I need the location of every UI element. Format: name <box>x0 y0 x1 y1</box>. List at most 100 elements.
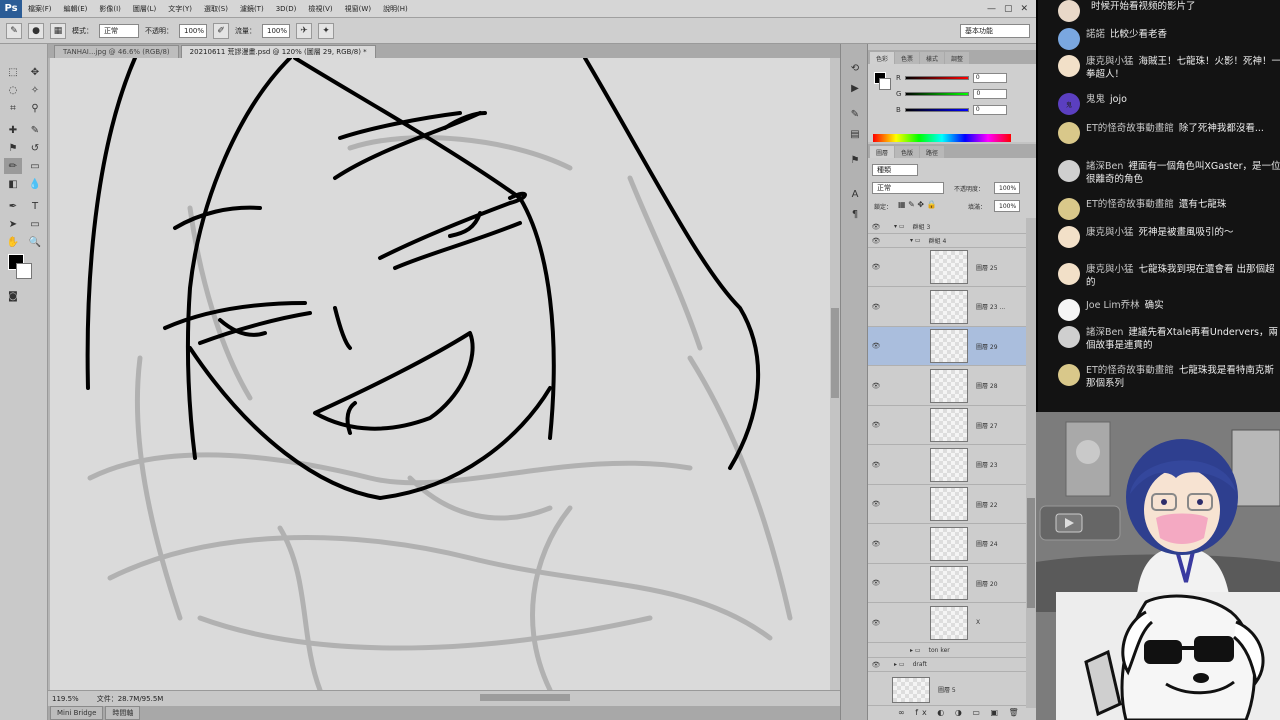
doc-tab-2-active[interactable]: 20210611 荒謬漫畫.psd @ 120% (圖層 29, RGB/8) … <box>180 45 376 58</box>
layer-row[interactable]: 👁 X <box>868 604 1026 643</box>
chat-avatar[interactable] <box>1058 0 1080 22</box>
tab-color[interactable]: 色彩 <box>870 52 895 64</box>
flow-input[interactable]: 100% <box>262 23 290 38</box>
layer-filter-select[interactable]: 種類 <box>872 164 918 176</box>
green-slider[interactable] <box>905 92 970 96</box>
mode-select[interactable]: 正常 <box>99 23 139 38</box>
brush-tool-icon[interactable]: ✎ <box>6 22 22 39</box>
minimize-button[interactable]: — <box>987 4 996 14</box>
chat-avatar[interactable] <box>1058 198 1080 220</box>
blur-icon[interactable]: 💧 <box>26 176 44 192</box>
actions-panel-icon[interactable]: ▶ <box>847 80 863 96</box>
layer-row[interactable]: 👁 圖層 27 <box>868 406 1026 445</box>
brush-preset-icon[interactable]: ● <box>28 22 44 39</box>
pencil-tool-icon[interactable]: ✏ <box>4 158 22 174</box>
layer-row[interactable]: 👁 圖層 22 <box>868 485 1026 524</box>
visibility-eye-icon[interactable]: 👁 <box>868 303 884 311</box>
layer-opacity-input[interactable]: 100% <box>994 182 1020 194</box>
shape-tool-icon[interactable]: ▭ <box>26 216 44 232</box>
character-panel-icon[interactable]: A <box>847 186 863 202</box>
drawing-canvas[interactable] <box>50 58 830 690</box>
layer-row[interactable]: 👁 圖層 24 <box>868 525 1026 564</box>
visibility-eye-icon[interactable]: 👁 <box>868 421 884 429</box>
pressure-size-icon[interactable]: ✦ <box>318 22 334 39</box>
quick-mask-icon[interactable]: ◙ <box>4 288 22 304</box>
chat-avatar[interactable] <box>1058 263 1080 285</box>
chat-author[interactable]: 康克與小猛 <box>1086 56 1134 67</box>
airbrush-icon[interactable]: ✈ <box>296 22 312 39</box>
layer-row-last[interactable]: 圖層 5 <box>868 674 1026 706</box>
visibility-eye-icon[interactable]: 👁 <box>868 540 884 548</box>
gradient-icon[interactable]: ◧ <box>4 176 22 192</box>
tab-mini-bridge[interactable]: Mini Bridge <box>50 706 104 720</box>
pressure-opacity-icon[interactable]: ✐ <box>213 22 229 39</box>
zoom-level[interactable]: 119.5% <box>52 695 79 703</box>
visibility-eye-icon[interactable]: 👁 <box>868 382 884 390</box>
chat-author[interactable]: 鬼鬼 <box>1086 94 1105 105</box>
clone-stamp-icon[interactable]: ⚑ <box>4 140 22 156</box>
menu-image[interactable]: 影像(I) <box>93 4 127 14</box>
chat-avatar[interactable] <box>1058 326 1080 348</box>
chat-avatar[interactable] <box>1058 299 1080 321</box>
layer-group-4[interactable]: 👁 ▾ ▭ 群組 4 <box>868 234 1026 248</box>
chat-avatar[interactable] <box>1058 364 1080 386</box>
visibility-eye-icon[interactable]: 👁 <box>868 263 884 271</box>
visibility-eye-icon[interactable]: 👁 <box>868 237 884 245</box>
red-value[interactable]: 0 <box>972 73 1007 83</box>
brush-panel-icon[interactable]: ▦ <box>50 22 66 39</box>
menu-edit[interactable]: 編輯(E) <box>58 4 94 14</box>
canvas-horizontal-scroll-thumb[interactable] <box>480 694 570 701</box>
visibility-eye-icon[interactable]: 👁 <box>868 461 884 469</box>
layer-group-tonker[interactable]: ▸ ▭ ton ker <box>868 644 1026 658</box>
vertical-scroll-thumb[interactable] <box>831 308 839 398</box>
lasso-tool-icon[interactable]: ◌ <box>4 82 22 98</box>
lock-icons[interactable]: ▦ ✎ ✥ 🔒 <box>898 200 937 209</box>
menu-select[interactable]: 選取(S) <box>198 4 234 14</box>
magic-wand-icon[interactable]: ✧ <box>26 82 44 98</box>
chat-author[interactable]: 諾諾 <box>1086 29 1105 40</box>
move-tool-icon[interactable]: ✥ <box>26 64 44 80</box>
menu-filter[interactable]: 濾鏡(T) <box>234 4 270 14</box>
chat-avatar[interactable] <box>1058 55 1080 77</box>
layer-row[interactable]: 👁 圖層 23 <box>868 446 1026 485</box>
maximize-button[interactable]: ▢ <box>1004 4 1013 14</box>
menu-file[interactable]: 檔案(F) <box>22 4 58 14</box>
chat-author[interactable]: ET的怪奇故事動畫館 <box>1086 365 1174 376</box>
menu-window[interactable]: 視窗(W) <box>339 4 377 14</box>
tab-styles[interactable]: 樣式 <box>920 52 945 64</box>
menu-help[interactable]: 說明(H) <box>377 4 414 14</box>
chat-avatar[interactable] <box>1058 160 1080 182</box>
tab-swatches[interactable]: 色票 <box>895 52 920 64</box>
doc-tab-1[interactable]: TANHAI...jpg @ 46.6% (RGB/8) <box>54 45 179 58</box>
blue-value[interactable]: 0 <box>972 105 1007 115</box>
layer-footer-icons[interactable]: ∞ fx ◐ ◑ ▭ ▣ 🗑 <box>898 708 1023 717</box>
chat-avatar[interactable]: 鬼 <box>1058 93 1080 115</box>
layer-group-3[interactable]: 👁 ▾ ▭ 群組 3 <box>868 220 1026 234</box>
history-brush-icon[interactable]: ↺ <box>26 140 44 156</box>
color-bg-swatch[interactable] <box>879 78 891 90</box>
chat-author[interactable]: 康克與小猛 <box>1086 227 1134 238</box>
chat-author[interactable]: 康克與小猛 <box>1086 264 1134 275</box>
chat-author[interactable]: ET的怪奇故事動畫館 <box>1086 199 1174 210</box>
tab-timeline[interactable]: 時間軸 <box>105 706 141 720</box>
visibility-eye-icon[interactable]: 👁 <box>868 223 884 231</box>
layer-group-draft[interactable]: 👁 ▸ ▭ draft <box>868 658 1026 672</box>
menu-type[interactable]: 文字(Y) <box>162 4 198 14</box>
red-slider[interactable] <box>904 76 969 80</box>
canvas-vertical-scrollbar[interactable] <box>830 58 840 690</box>
layers-scrollbar[interactable] <box>1026 218 1036 708</box>
tab-paths[interactable]: 路徑 <box>920 146 945 158</box>
paragraph-panel-icon[interactable]: ¶ <box>847 206 863 222</box>
marquee-tool-icon[interactable]: ⬚ <box>4 64 22 80</box>
path-select-icon[interactable]: ➤ <box>4 216 22 232</box>
chat-avatar[interactable] <box>1058 28 1080 50</box>
close-button[interactable]: ✕ <box>1020 4 1028 14</box>
clone-source-icon[interactable]: ⚑ <box>847 152 863 168</box>
visibility-eye-icon[interactable]: 👁 <box>868 579 884 587</box>
blue-slider[interactable] <box>904 108 969 112</box>
background-color-swatch[interactable] <box>16 263 32 279</box>
layer-row[interactable]: 👁 圖層 29 <box>868 327 1026 366</box>
color-spectrum-bar[interactable] <box>873 134 1011 142</box>
tab-adjustments[interactable]: 調整 <box>945 52 970 64</box>
opacity-input[interactable]: 100% <box>179 23 207 38</box>
